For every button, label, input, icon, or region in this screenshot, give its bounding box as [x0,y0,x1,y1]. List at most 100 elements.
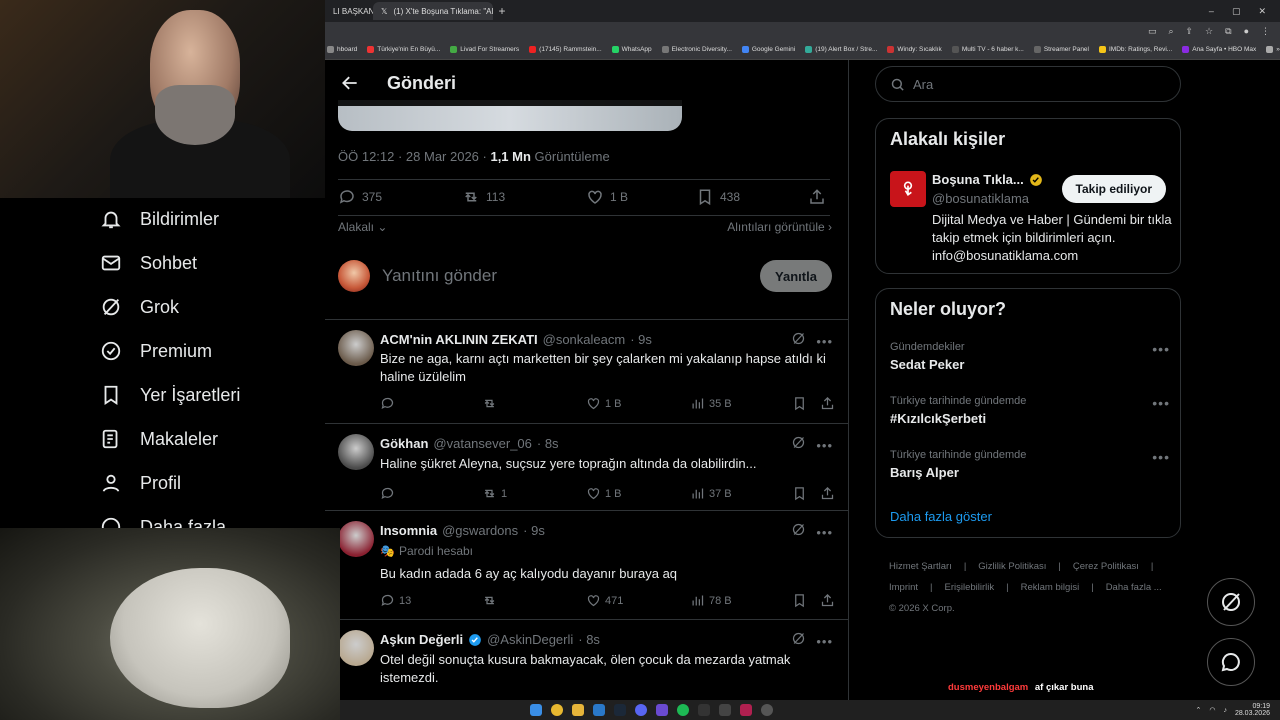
avatar[interactable] [338,330,374,366]
account-handle[interactable]: @bosunatiklama [932,191,1029,206]
avatar[interactable] [338,260,370,292]
app-icon[interactable] [719,704,731,716]
back-arrow-icon[interactable] [340,73,360,93]
nav-bookmarks[interactable]: Yer İşaretleri [100,384,240,406]
app-icon[interactable] [593,704,605,716]
share-button[interactable] [820,486,835,501]
nav-chat[interactable]: Sohbet [100,252,197,274]
repost-button[interactable]: 1 [482,486,586,501]
like-button[interactable]: 1 B [586,188,696,206]
nav-articles[interactable]: Makaleler [100,428,218,450]
bookmark-item[interactable]: Türkiye'nin En Büyü... [367,46,440,53]
post-time[interactable]: · 8s [578,632,600,647]
browser-tab-active[interactable]: 𝕏(1) X'te Boşuna Tıklama: "Aleyn✕ [373,2,493,20]
repost-button[interactable]: 113 [462,188,586,206]
bookmark-button[interactable] [792,396,820,411]
bookmark-item[interactable]: (19) Alert Box / Stre... [805,46,877,53]
post-time[interactable]: · 9s [630,332,652,347]
more-options-icon[interactable]: ••• [816,334,833,349]
grok-explain-button[interactable] [791,331,806,351]
avatar[interactable] [890,171,926,207]
grok-explain-button[interactable] [791,435,806,455]
close-window-icon[interactable]: ✕ [1258,6,1266,17]
profile-icon[interactable]: ● [1244,26,1249,36]
chrome-icon[interactable] [551,704,563,716]
like-button[interactable]: 1 B [586,396,690,411]
more-options-icon[interactable]: ••• [816,438,833,453]
app-icon[interactable] [656,704,668,716]
footer-link[interactable]: Çerez Politikası [1073,561,1139,572]
bookmark-item[interactable]: (17145) Rammstein... [529,46,602,53]
tray-chevron-icon[interactable]: ⌃ [1195,706,1201,714]
footer-link[interactable]: Imprint [889,582,918,593]
nav-grok[interactable]: Grok [100,296,179,318]
author-name[interactable]: ACM'nin AKLININ ZEKATI [380,332,538,347]
views-button[interactable]: 37 B [690,486,792,501]
bookmark-item[interactable]: Multi TV - 6 haber k... [951,46,1024,53]
reply-post[interactable]: Gökhan @vatansever_06 · 8s ••• Haline şü… [325,424,848,511]
maximize-icon[interactable]: ▢ [1232,6,1241,17]
more-options-icon[interactable]: ••• [1152,341,1170,357]
following-button[interactable]: Takip ediliyor [1061,175,1166,203]
bookmark-item[interactable]: Google Gemini [741,46,795,53]
folder-icon[interactable] [572,704,584,716]
footer-link[interactable]: Gizlilik Politikası [978,561,1046,572]
more-options-icon[interactable]: ••• [1152,449,1170,465]
app-icon[interactable] [698,704,710,716]
bookmark-item[interactable]: hboard [327,46,357,53]
bookmark-button[interactable] [792,486,820,501]
nav-premium[interactable]: Premium [100,340,212,362]
search-input[interactable]: Ara [875,66,1181,102]
bookmark-button[interactable]: 438 [696,188,808,206]
share-button[interactable] [808,188,826,206]
nav-notifications[interactable]: Bildirimler [100,208,219,230]
bookmark-item[interactable]: WhatsApp [611,46,652,53]
share-button[interactable] [820,396,835,411]
spotify-icon[interactable] [677,704,689,716]
app-icon[interactable] [761,704,773,716]
grok-explain-button[interactable] [791,631,806,651]
trend-item[interactable]: Gündemdekiler Sedat Peker ••• [890,341,1170,372]
trend-item[interactable]: Türkiye tarihinde gündemde Barış Alper •… [890,449,1170,480]
avatar[interactable] [338,630,374,666]
menu-icon[interactable]: ⋮ [1261,26,1270,37]
discord-icon[interactable] [635,704,647,716]
bookmark-button[interactable] [792,593,820,608]
sort-dropdown[interactable]: Alakalı ⌄ [338,220,387,234]
bookmark-item[interactable]: » [1266,46,1280,53]
repost-button[interactable] [482,396,586,411]
more-options-icon[interactable]: ••• [816,634,833,649]
reply-post[interactable]: Insomnia @gswardons · 9s ••• 🎭 Parodi hes… [325,511,848,620]
extensions-icon[interactable]: ⧉ [1225,26,1231,37]
cast-icon[interactable]: ▭ [1148,26,1157,37]
new-tab-button[interactable]: + [493,4,511,18]
grok-explain-button[interactable] [791,522,806,542]
footer-link[interactable]: Reklam bilgisi [1021,582,1080,593]
repost-button[interactable] [482,593,586,608]
reply-input[interactable]: Yanıtını gönder [382,266,760,286]
bookmark-item[interactable]: Ana Sayfa • HBO Max [1182,46,1256,53]
share-icon[interactable]: ⇪ [1186,26,1194,37]
footer-link[interactable]: Erişilebilirlik [945,582,995,593]
author-handle[interactable]: @sonkaleacm [543,332,626,347]
author-name[interactable]: Aşkın Değerli [380,632,463,647]
bookmark-item[interactable]: IMDb: Ratings, Revi... [1099,46,1172,53]
author-handle[interactable]: @gswardons [442,523,518,538]
avatar[interactable] [338,434,374,470]
related-account-name[interactable]: Boşuna Tıkla... [932,172,1043,187]
views-button[interactable]: 35 B [690,396,792,411]
views-button[interactable]: 78 B [690,593,792,608]
start-icon[interactable] [530,704,542,716]
reply-button[interactable]: 13 [380,593,482,608]
more-options-icon[interactable]: ••• [816,525,833,540]
like-button[interactable]: 1 B [586,486,690,501]
reply-button[interactable] [380,486,482,501]
steam-icon[interactable] [614,704,626,716]
volume-icon[interactable]: ♪ [1223,707,1227,714]
reply-button[interactable]: 375 [338,188,462,206]
footer-link[interactable]: © 2026 X Corp. [889,603,955,614]
wifi-icon[interactable]: ◠ [1209,706,1215,714]
trend-item[interactable]: Türkiye tarihinde gündemde #KızılcıkŞerb… [890,395,1170,426]
bookmark-item[interactable]: Livad For Streamers [450,46,519,53]
reply-submit-button[interactable]: Yanıtla [760,260,832,292]
